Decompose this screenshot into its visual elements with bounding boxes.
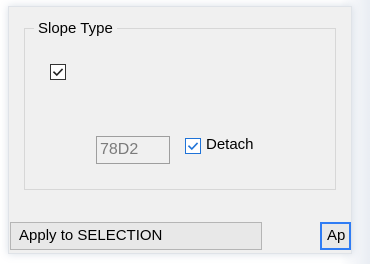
detach-checkbox[interactable] [185, 138, 201, 154]
checkmark-icon [187, 142, 199, 151]
slope-type-groupbox [24, 28, 336, 190]
apply-button-partially-visible[interactable]: Ap [320, 222, 351, 250]
slope-type-label: Slope Type [34, 20, 117, 38]
checkmark-icon [52, 68, 64, 77]
slope-code-field: 78D2 [96, 136, 170, 164]
slope-type-checkbox[interactable] [50, 64, 66, 80]
screenshot-canvas: Slope Type 78D2 Detach Apply to SELECTIO… [0, 0, 370, 264]
apply-to-selection-button[interactable]: Apply to SELECTION [10, 222, 262, 250]
detach-label[interactable]: Detach [206, 136, 254, 154]
